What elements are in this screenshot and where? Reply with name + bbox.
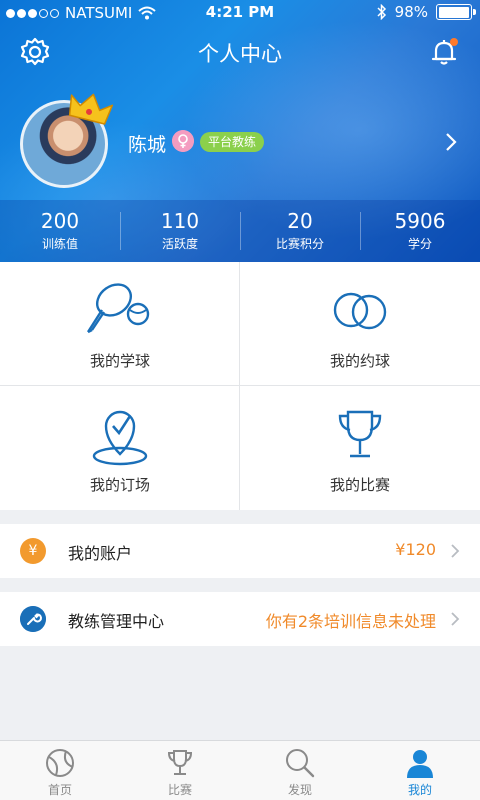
stat-match-points[interactable]: 20 比赛积分 [240, 200, 360, 262]
nav-bar: 个人中心 [0, 24, 480, 80]
yuan-icon: ¥ [20, 538, 46, 564]
stats-bar: 200 训练值 110 活跃度 20 比赛积分 5906 学分 [0, 200, 480, 262]
bluetooth-icon [377, 4, 386, 20]
stat-value: 200 [40, 209, 80, 233]
role-badge: 平台教练 [200, 132, 265, 152]
search-icon [286, 749, 315, 778]
tab-label: 首页 [47, 783, 72, 797]
person-icon [407, 750, 433, 778]
wrench-icon [20, 606, 46, 632]
chevron-right-icon[interactable] [444, 132, 458, 152]
chevron-right-icon [451, 612, 460, 626]
row-title: 教练管理中心 [68, 612, 165, 631]
stat-value: 20 [287, 209, 313, 233]
stat-label: 学分 [407, 237, 432, 251]
notification-dot [450, 38, 458, 46]
profile-card[interactable]: 陈城 平台教练 [0, 90, 480, 200]
grid-item-learn[interactable]: 我的学球 [0, 262, 240, 386]
list-item-account[interactable]: ¥ 我的账户 ¥120 [0, 524, 480, 578]
grid-item-label: 我的约球 [329, 352, 390, 370]
battery-icon [436, 4, 476, 20]
battery-percent: 98% [394, 3, 428, 21]
linked-circles-icon [333, 292, 387, 330]
tab-discover[interactable]: 发现 [240, 741, 360, 800]
stat-credits[interactable]: 5906 学分 [360, 200, 480, 262]
ball-icon [46, 749, 74, 777]
grid-item-meetup[interactable]: 我的约球 [240, 262, 480, 386]
stat-label: 活跃度 [161, 237, 198, 251]
profile-header: NATSUMI 4:21 PM 98% 个人中心 陈城 平台教练 200 训练值… [0, 0, 480, 262]
grid-item-booking[interactable]: 我的订场 [0, 386, 240, 510]
racket-ball-icon [86, 283, 150, 334]
account-balance: ¥120 [395, 540, 436, 559]
page-title: 个人中心 [198, 42, 282, 66]
stat-training[interactable]: 200 训练值 [0, 200, 120, 262]
stat-value: 110 [160, 209, 200, 233]
tab-match[interactable]: 比赛 [120, 741, 240, 800]
tab-mine[interactable]: 我的 [360, 741, 480, 800]
location-check-icon [92, 410, 148, 466]
stat-activity[interactable]: 110 活跃度 [120, 200, 240, 262]
trophy-icon [167, 750, 193, 775]
list-item-coach-center[interactable]: 教练管理中心 你有2条培训信息未处理 [0, 592, 480, 646]
feature-grid: 我的学球 我的约球 我的订场 我的比赛 [0, 262, 480, 510]
pending-notice: 你有2条培训信息未处理 [265, 612, 436, 631]
grid-item-label: 我的学球 [89, 352, 150, 370]
grid-item-match[interactable]: 我的比赛 [240, 386, 480, 510]
stat-label: 训练值 [41, 237, 78, 251]
grid-item-label: 我的订场 [89, 476, 150, 494]
trophy-icon [338, 410, 382, 458]
tab-home[interactable]: 首页 [0, 741, 120, 800]
grid-item-label: 我的比赛 [329, 476, 390, 494]
tab-label: 发现 [287, 783, 312, 797]
stat-label: 比赛积分 [275, 237, 324, 251]
tab-bar: 首页 比赛 发现 我的 [0, 740, 480, 800]
status-bar: NATSUMI 4:21 PM 98% [0, 0, 480, 24]
chevron-right-icon [451, 544, 460, 558]
crown-icon [68, 93, 114, 125]
user-name: 陈城 [128, 134, 167, 156]
tab-label: 比赛 [167, 783, 192, 797]
row-title: 我的账户 [68, 544, 133, 563]
tab-label: 我的 [407, 783, 432, 797]
female-icon [172, 130, 194, 152]
stat-value: 5906 [394, 209, 446, 233]
